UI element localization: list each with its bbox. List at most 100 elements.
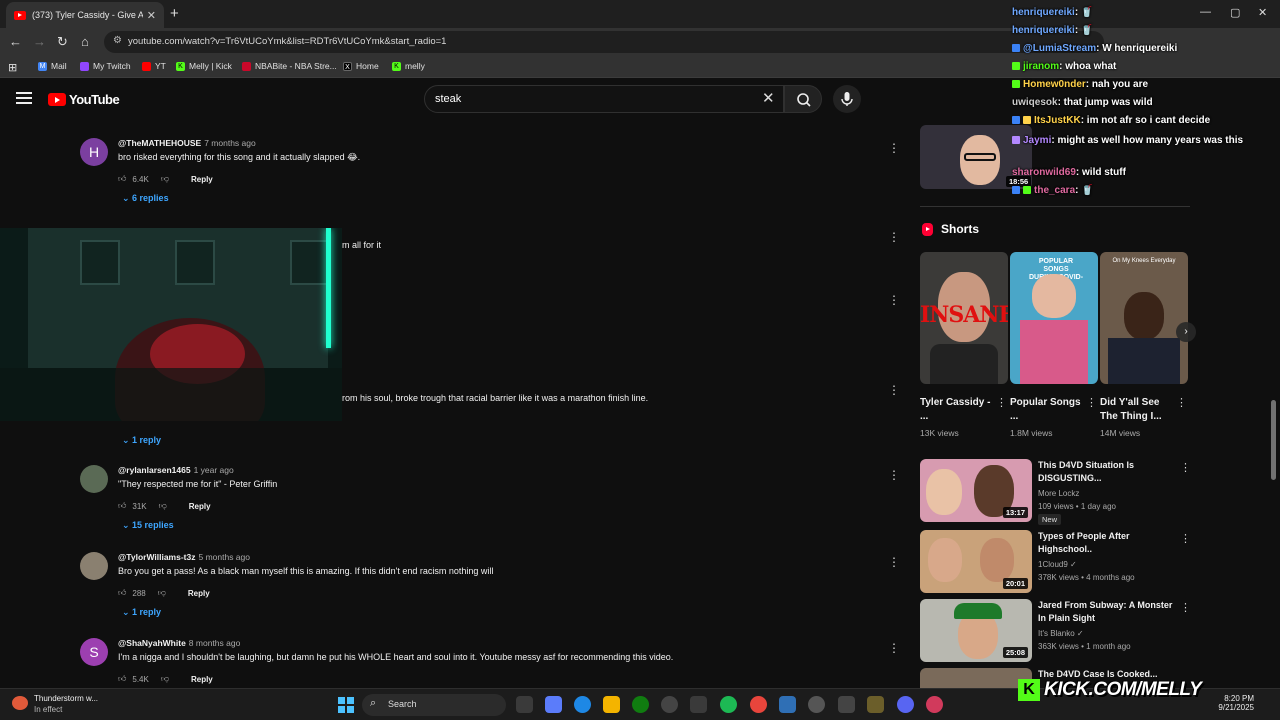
store-icon[interactable]: [690, 696, 707, 713]
reply-button[interactable]: Reply: [189, 502, 211, 511]
more-options-icon[interactable]: ⋮: [888, 293, 900, 307]
app-icon[interactable]: [838, 696, 855, 713]
app-icon[interactable]: [926, 696, 943, 713]
video-title[interactable]: Types of People After Highschool..: [1038, 530, 1173, 556]
more-options-icon[interactable]: ⋮: [1086, 396, 1097, 409]
bookmark-melly[interactable]: Kmelly: [392, 61, 425, 71]
video-thumbnail[interactable]: 25:08: [920, 599, 1032, 662]
apps-grid-icon[interactable]: ⊞: [8, 61, 17, 74]
home-icon[interactable]: ⌂: [81, 34, 89, 49]
more-options-icon[interactable]: ⋮: [996, 396, 1007, 409]
dislike-icon[interactable]: 👎︎: [159, 501, 167, 511]
file-explorer-icon[interactable]: [603, 696, 620, 713]
chrome-icon[interactable]: [750, 696, 767, 713]
spotify-icon[interactable]: [720, 696, 737, 713]
avatar[interactable]: [80, 465, 108, 493]
video-channel[interactable]: More Lockz: [1038, 489, 1079, 498]
app-icon[interactable]: [867, 696, 884, 713]
short-thumbnail[interactable]: On My Knees Everyday: [1100, 252, 1188, 384]
short-title[interactable]: Tyler Cassidy - ...: [920, 396, 994, 424]
discord-icon[interactable]: [897, 696, 914, 713]
photos-icon[interactable]: [779, 696, 796, 713]
like-icon[interactable]: 👍︎: [118, 588, 126, 598]
recommended-video[interactable]: 25:08 Jared From Subway: A Monster In Pl…: [920, 599, 1191, 663]
back-icon[interactable]: ←: [9, 34, 22, 49]
site-info-icon[interactable]: ⚙: [113, 35, 122, 46]
comment-time[interactable]: 7 months ago: [204, 138, 256, 148]
browser-tab-active[interactable]: (373) Tyler Cassidy - Give A N... ✕: [6, 2, 164, 28]
short-title[interactable]: Popular Songs ...: [1010, 396, 1084, 424]
recommended-video[interactable]: 20:01 Types of People After Highschool..…: [920, 530, 1191, 594]
steam-icon[interactable]: [661, 696, 678, 713]
avatar[interactable]: S: [80, 638, 108, 666]
bookmark-melly-kick[interactable]: K Melly | Kick: [176, 61, 232, 71]
video-thumbnail[interactable]: [920, 668, 1032, 688]
media-player-icon[interactable]: [808, 696, 825, 713]
forward-icon[interactable]: →: [33, 34, 46, 49]
short-thumbnail[interactable]: INSANE: [920, 252, 1008, 384]
avatar[interactable]: [80, 552, 108, 580]
more-options-icon[interactable]: ⋮: [888, 141, 900, 155]
taskbar-search-button[interactable]: ⌕ Search: [362, 694, 506, 716]
copilot-icon[interactable]: [545, 696, 562, 713]
more-options-icon[interactable]: ⋮: [888, 555, 900, 569]
comment-time[interactable]: 5 months ago: [198, 552, 250, 562]
comment-author[interactable]: @ShaNyahWhite: [118, 638, 186, 648]
scrollbar-thumb[interactable]: [1271, 400, 1276, 480]
bookmark-my-twitch[interactable]: My Twitch: [80, 61, 131, 71]
windows-start-icon[interactable]: [338, 697, 354, 713]
comment-time[interactable]: 1 year ago: [194, 465, 234, 475]
video-title[interactable]: Jared From Subway: A Monster In Plain Si…: [1038, 599, 1173, 625]
video-title[interactable]: This D4VD Situation Is DISGUSTING...: [1038, 459, 1173, 485]
task-view-icon[interactable]: [516, 696, 533, 713]
like-icon[interactable]: 👍︎: [118, 174, 126, 184]
short-thumbnail[interactable]: POPULAR SONGSDURING COVID-19: [1010, 252, 1098, 384]
reload-icon[interactable]: ↻: [57, 34, 68, 50]
view-replies-button[interactable]: ⌄ 1 reply: [122, 435, 161, 446]
short-title[interactable]: Did Y'all See The Thing I...: [1100, 396, 1174, 424]
video-thumbnail[interactable]: 20:01: [920, 530, 1032, 593]
more-options-icon[interactable]: ⋮: [888, 383, 900, 397]
url-input[interactable]: ⚙ youtube.com/watch?v=Tr6VtUCoYmk&list=R…: [104, 31, 1104, 53]
reply-button[interactable]: Reply: [191, 675, 213, 684]
more-options-icon[interactable]: ⋮: [1180, 532, 1191, 545]
video-channel[interactable]: It's Blanko ✓: [1038, 629, 1084, 638]
like-icon[interactable]: 👍︎: [118, 501, 126, 511]
reply-button[interactable]: Reply: [191, 175, 213, 184]
dislike-icon[interactable]: 👎︎: [158, 588, 166, 598]
dislike-icon[interactable]: 👎︎: [161, 174, 169, 184]
reply-button[interactable]: Reply: [188, 589, 210, 598]
search-input[interactable]: steak: [424, 85, 784, 113]
bookmark-nbabite[interactable]: NBABite - NBA Stre...: [242, 61, 337, 71]
comment-author[interactable]: @TylorWilliams-t3z: [118, 552, 195, 562]
tab-close-icon[interactable]: ✕: [147, 9, 156, 22]
chevron-right-icon[interactable]: ›: [1176, 322, 1196, 342]
menu-icon[interactable]: [16, 92, 32, 104]
avatar[interactable]: H: [80, 138, 108, 166]
video-thumbnail[interactable]: 13:17: [920, 459, 1032, 522]
video-channel[interactable]: 1Cloud9 ✓: [1038, 560, 1077, 569]
more-options-icon[interactable]: ⋮: [888, 468, 900, 482]
more-options-icon[interactable]: ⋮: [1176, 396, 1187, 409]
comment-time[interactable]: 8 months ago: [189, 638, 241, 648]
clear-search-icon[interactable]: ✕: [762, 89, 775, 107]
system-clock[interactable]: 8:20 PM 9/21/2025: [1208, 694, 1254, 712]
voice-search-button[interactable]: [833, 85, 861, 113]
comment-author[interactable]: @rylanlarsen1465: [118, 465, 191, 475]
search-button[interactable]: [784, 85, 822, 113]
view-replies-button[interactable]: ⌄ 15 replies: [122, 520, 174, 531]
bookmark-home[interactable]: X Home: [343, 61, 379, 71]
bookmark-mail[interactable]: M Mail: [38, 61, 67, 71]
youtube-logo[interactable]: YouTube: [48, 92, 120, 107]
new-tab-icon[interactable]: +: [170, 5, 179, 22]
view-replies-button[interactable]: ⌄ 1 reply: [122, 607, 161, 618]
more-options-icon[interactable]: ⋮: [888, 230, 900, 244]
xbox-icon[interactable]: [632, 696, 649, 713]
edge-icon[interactable]: [574, 696, 591, 713]
more-options-icon[interactable]: ⋮: [1180, 601, 1191, 614]
view-replies-button[interactable]: ⌄ 6 replies: [122, 193, 169, 204]
like-icon[interactable]: 👍︎: [118, 674, 126, 684]
bookmark-yt[interactable]: YT: [142, 61, 166, 71]
more-options-icon[interactable]: ⋮: [1180, 461, 1191, 474]
more-options-icon[interactable]: ⋮: [888, 641, 900, 655]
